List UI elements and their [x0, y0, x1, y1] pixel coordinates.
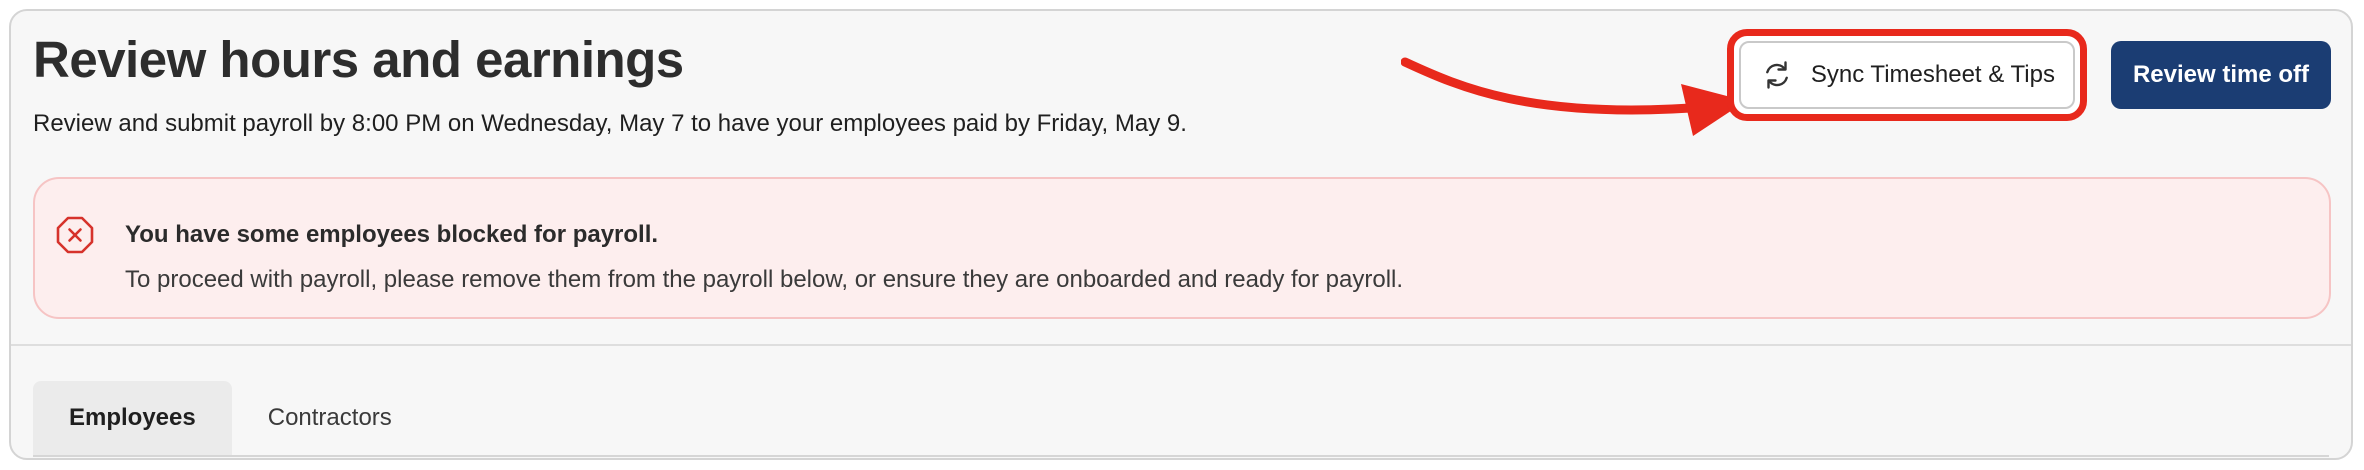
alert-title: You have some employees blocked for payr…	[125, 221, 659, 248]
tab-contractors[interactable]: Contractors	[232, 381, 428, 455]
sync-icon	[1761, 59, 1793, 91]
payroll-review-panel: Review hours and earnings Review and sub…	[9, 9, 2353, 460]
section-divider	[11, 344, 2351, 346]
worker-type-tabs: Employees Contractors	[33, 381, 428, 455]
arrow-annotation-icon	[1401, 57, 1746, 136]
page-subtitle: Review and submit payroll by 8:00 PM on …	[33, 110, 1187, 137]
sync-timesheet-tips-button[interactable]: Sync Timesheet & Tips	[1738, 41, 2075, 109]
sync-button-label: Sync Timesheet & Tips	[1810, 61, 2055, 88]
payroll-blocked-alert: You have some employees blocked for payr…	[33, 177, 2331, 319]
sync-button-highlight: Sync Timesheet & Tips	[1726, 29, 2087, 121]
header-actions: Sync Timesheet & Tips Review time off	[1726, 29, 2331, 121]
tabs-underline	[33, 455, 2329, 457]
review-time-off-button[interactable]: Review time off	[2110, 41, 2331, 109]
page-title: Review hours and earnings	[33, 31, 684, 88]
review-time-off-label: Review time off	[2132, 61, 2309, 88]
error-octagon-icon	[56, 216, 94, 254]
alert-body: To proceed with payroll, please remove t…	[125, 266, 1404, 293]
tab-employees[interactable]: Employees	[33, 381, 232, 455]
